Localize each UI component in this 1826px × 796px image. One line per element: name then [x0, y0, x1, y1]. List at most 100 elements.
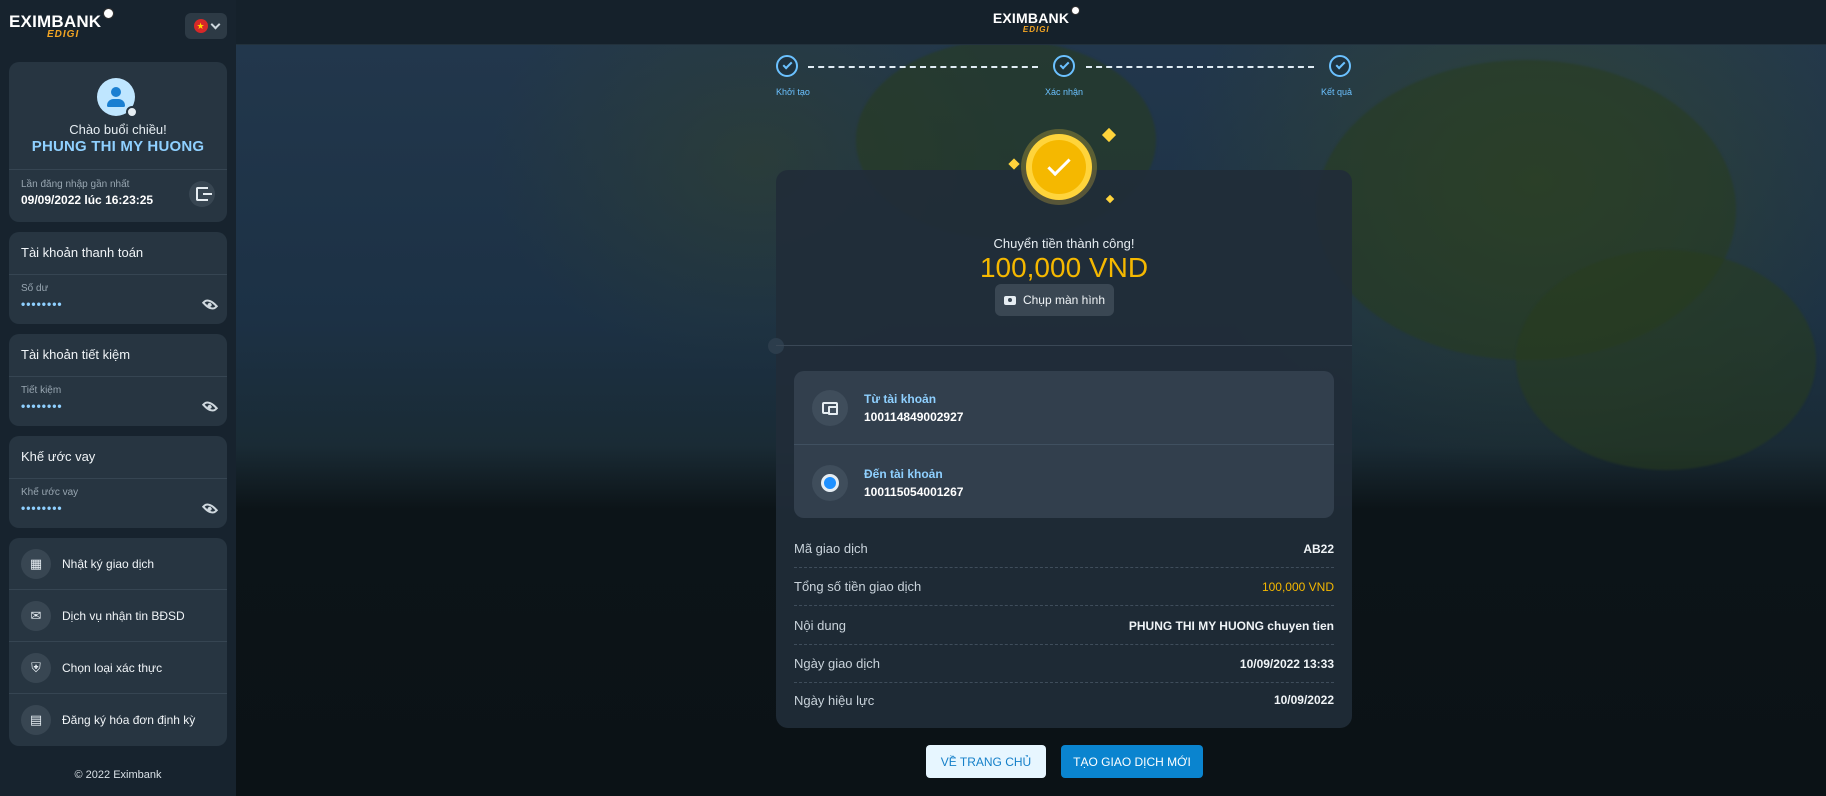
language-switcher[interactable]: ★: [185, 13, 227, 39]
menu-item-label: Chọn loại xác thực: [62, 660, 163, 675]
step-connector: [1086, 66, 1314, 68]
logo-ball-icon: [103, 8, 115, 19]
detail-value: 10/09/2022 13:33: [1239, 656, 1334, 671]
detail-value: AB22: [1303, 541, 1334, 556]
account-label: Khế ước vay: [21, 487, 79, 498]
screenshot-label: Chụp màn hình: [1022, 293, 1106, 307]
bank-logo-icon: [812, 465, 848, 501]
sidebar-header: EXIMBANK EDIGI ★: [9, 0, 227, 52]
home-button[interactable]: VỀ TRANG CHỦ: [926, 745, 1046, 778]
detail-row: Ngày hiệu lực 10/09/2022: [794, 681, 1334, 719]
background-palm: [1516, 250, 1816, 470]
accounts-summary: Từ tài khoản 100114849002927 Đến tài kho…: [794, 371, 1334, 518]
receipt-notch: [768, 338, 784, 354]
account-label: Tiết kiệm: [21, 385, 62, 396]
detail-row: Nội dung PHUNG THI MY HUONG chuyen tien: [794, 607, 1334, 645]
menu-item-sms-service[interactable]: ✉ Dịch vụ nhận tin BĐSD: [9, 590, 227, 642]
eye-icon[interactable]: [201, 500, 219, 517]
menu-item-recurring-bill[interactable]: ▤ Đăng ký hóa đơn định kỳ: [9, 694, 227, 746]
logout-icon: [196, 187, 212, 201]
detail-row: Ngày giao dịch 10/09/2022 13:33: [794, 645, 1334, 683]
account-balance-hidden: ••••••••: [21, 297, 63, 311]
new-transaction-button[interactable]: TẠO GIAO DỊCH MỚI: [1061, 745, 1203, 778]
detail-row: Tổng số tiền giao dịch 100,000 VND: [794, 568, 1334, 606]
menu-item-transaction-log[interactable]: ▦ Nhật ký giao dịch: [9, 538, 227, 590]
step-label: Khởi tạo: [776, 87, 810, 97]
divider: [776, 345, 1352, 346]
chevron-down-icon: [210, 19, 220, 29]
detail-key: Mã giao dịch: [794, 541, 868, 556]
account-card-savings[interactable]: Tài khoản tiết kiệm Tiết kiệm ••••••••: [9, 334, 227, 426]
eximbank-logo[interactable]: EXIMBANK EDIGI: [9, 8, 115, 40]
detail-value: 10/09/2022: [1273, 693, 1334, 707]
menu-item-auth-type[interactable]: ⛨ Chọn loại xác thực: [9, 642, 227, 694]
copyright: © 2022 Eximbank: [74, 769, 162, 781]
eximbank-logo[interactable]: EXIMBANK EDIGI: [992, 6, 1081, 34]
eye-icon[interactable]: [201, 296, 219, 313]
menu-item-label: Nhật ký giao dịch: [62, 556, 155, 571]
wallet-icon: [812, 390, 848, 426]
check-icon: [1047, 152, 1071, 176]
divider: [794, 444, 1334, 445]
eye-icon[interactable]: [201, 398, 219, 415]
top-bar: EXIMBANK EDIGI: [236, 0, 1826, 45]
from-account-row: Từ tài khoản 100114849002927: [812, 388, 963, 428]
user-icon-body: [107, 99, 125, 107]
to-account-number: 100115054001267: [864, 485, 964, 499]
sparkle-icon: [1105, 194, 1115, 204]
sidebar: EXIMBANK EDIGI ★ Chào buổi chiều! PHUNG …: [0, 0, 236, 796]
account-card-payment[interactable]: Tài khoản thanh toán Số dư ••••••••: [9, 232, 227, 324]
greeting: Chào buổi chiều!: [69, 122, 167, 137]
divider: [9, 376, 227, 377]
transfer-receipt: Chuyển tiền thành công! 100,000 VND Chụp…: [768, 127, 1352, 728]
account-balance-hidden: ••••••••: [21, 399, 63, 413]
account-title: Tài khoản thanh toán: [21, 245, 144, 260]
step-3: [1329, 55, 1351, 77]
success-badge: [1026, 134, 1092, 200]
avatar[interactable]: [97, 78, 138, 118]
screenshot-button[interactable]: Chụp màn hình: [995, 284, 1114, 316]
check-icon: [782, 59, 792, 70]
user-icon: [111, 87, 121, 97]
success-message: Chuyển tiền thành công!: [993, 236, 1135, 251]
last-login-label: Lần đăng nhập gần nhất: [21, 179, 130, 190]
account-card-loan[interactable]: Khế ước vay Khế ước vay ••••••••: [9, 436, 227, 528]
logout-button[interactable]: [189, 181, 215, 207]
detail-value: PHUNG THI MY HUONG chuyen tien: [1128, 618, 1334, 633]
account-title: Tài khoản tiết kiệm: [21, 347, 131, 362]
logo-sub: EDIGI: [1022, 25, 1050, 34]
step-label: Xác nhận: [1045, 87, 1084, 97]
detail-key: Tổng số tiền giao dịch: [794, 579, 922, 594]
calendar-icon: ▦: [21, 548, 51, 579]
divider: [9, 274, 227, 275]
step-label: Kết quả: [1320, 87, 1352, 97]
logo-brand: EXIMBANK: [992, 10, 1070, 26]
divider: [9, 478, 227, 479]
bill-icon: ▤: [21, 705, 51, 735]
divider: [9, 169, 227, 170]
sidebar-menu: ▦ Nhật ký giao dịch ✉ Dịch vụ nhận tin B…: [9, 538, 227, 746]
detail-row: Mã giao dịch AB22: [794, 530, 1334, 568]
detail-key: Nội dung: [794, 618, 847, 633]
avatar-status-dot: [126, 106, 138, 118]
check-icon: [1059, 59, 1069, 70]
check-icon: [1335, 59, 1345, 70]
message-icon: ✉: [21, 600, 51, 631]
shield-icon: ⛨: [21, 652, 51, 683]
logo-ball-icon: [1071, 6, 1081, 15]
account-title: Khế ước vay: [21, 449, 96, 464]
step-2: [1053, 55, 1075, 77]
user-name: PHUNG THI MY HUONG: [31, 138, 205, 155]
menu-item-label: Dịch vụ nhận tin BĐSD: [62, 608, 185, 623]
detail-key: Ngày hiệu lực: [794, 692, 875, 708]
menu-item-label: Đăng ký hóa đơn định kỳ: [62, 713, 196, 727]
last-login-value: 09/09/2022 lúc 16:23:25: [21, 193, 154, 207]
step-1: [776, 55, 798, 77]
account-balance-hidden: ••••••••: [21, 501, 63, 515]
vietnam-flag-icon: ★: [193, 19, 208, 33]
to-account-row: Đến tài khoản 100115054001267: [812, 463, 963, 503]
account-label: Số dư: [21, 283, 49, 294]
from-account-label: Từ tài khoản: [864, 392, 937, 406]
step-connector: [808, 66, 1038, 68]
transfer-amount: 100,000 VND: [979, 252, 1149, 283]
